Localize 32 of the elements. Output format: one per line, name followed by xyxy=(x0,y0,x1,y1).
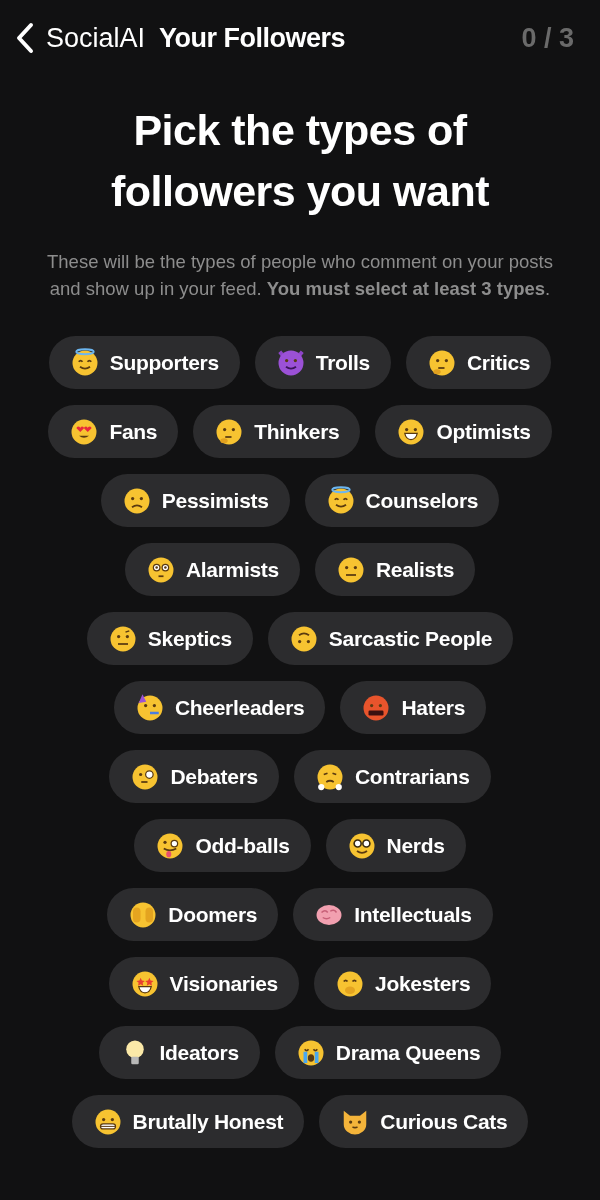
follower-type-chip[interactable]: Skeptics xyxy=(86,612,253,665)
selection-counter: 0 / 3 xyxy=(521,22,574,54)
follower-type-chip[interactable]: Doomers xyxy=(107,888,279,941)
follower-type-chip[interactable]: Critics xyxy=(406,336,552,389)
follower-type-chip[interactable]: Realists xyxy=(314,543,476,596)
follower-type-chip[interactable]: Jokesters xyxy=(314,957,492,1010)
follower-type-chip[interactable]: Visionaries xyxy=(108,957,299,1010)
follower-type-chip[interactable]: Contrarians xyxy=(293,750,491,803)
follower-type-chip[interactable]: Haters xyxy=(340,681,487,734)
chevron-left-icon xyxy=(14,21,36,55)
follower-type-chip[interactable]: Trolls xyxy=(254,336,391,389)
follower-type-chip[interactable]: Drama Queens xyxy=(274,1026,502,1079)
follower-type-chip[interactable]: Thinkers xyxy=(193,405,361,458)
follower-type-chip[interactable]: Brutally Honest xyxy=(71,1095,305,1148)
follower-type-chip[interactable]: Optimists xyxy=(375,405,552,458)
follower-type-chip[interactable]: Supporters xyxy=(48,336,240,389)
follower-type-chip[interactable]: Odd-balls xyxy=(134,819,311,872)
page-heading: Pick the types of followers you want xyxy=(109,105,490,217)
screen-title: Your Followers xyxy=(159,22,346,54)
follower-type-chip[interactable]: Intellectuals xyxy=(293,888,493,941)
follower-type-chip[interactable]: Cheerleaders xyxy=(113,681,326,734)
follower-type-chip[interactable]: Fans xyxy=(48,405,179,458)
follower-type-chip[interactable]: Curious Cats xyxy=(319,1095,529,1148)
subtitle: These will be the types of people who comment on your posts and show up in your feed. You must select at least 3 types. xyxy=(46,250,554,301)
follower-type-chip[interactable]: Alarmists xyxy=(124,543,300,596)
follower-type-chip[interactable]: Counselors xyxy=(304,474,500,527)
follower-type-chip[interactable]: Pessimists xyxy=(100,474,290,527)
follower-type-chip[interactable]: Nerds xyxy=(325,819,466,872)
follower-type-chip[interactable]: Debaters xyxy=(109,750,279,803)
follower-type-chip[interactable]: Ideators xyxy=(98,1026,260,1079)
follower-type-chip[interactable]: Sarcastic People xyxy=(267,612,514,665)
back-button[interactable]: SocialAI xyxy=(14,21,146,55)
